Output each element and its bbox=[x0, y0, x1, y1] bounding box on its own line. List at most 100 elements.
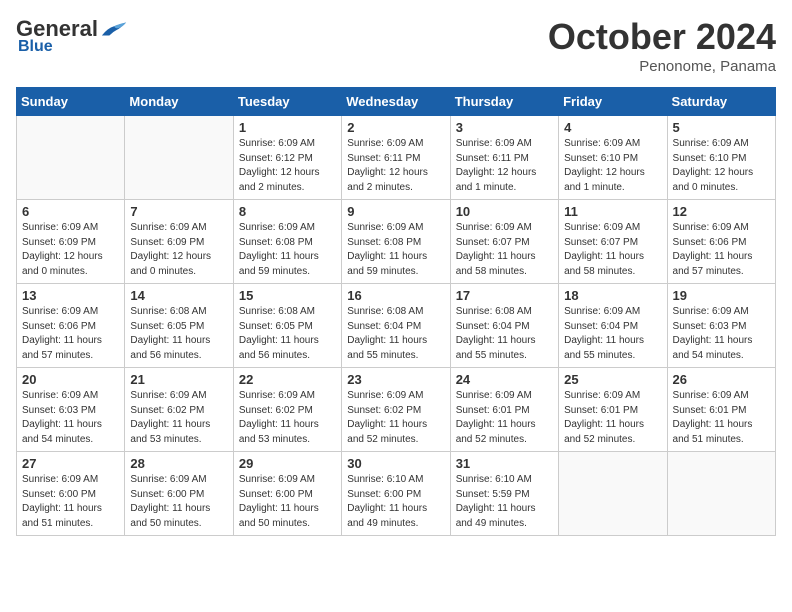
calendar-cell: 3 Sunrise: 6:09 AM Sunset: 6:11 PM Daylig… bbox=[450, 116, 558, 200]
day-info: Sunrise: 6:09 AM Sunset: 6:11 PM Dayligh… bbox=[347, 137, 444, 195]
weekday-header-friday: Friday bbox=[559, 88, 667, 116]
calendar-cell: 12Sunrise: 6:09 AM Sunset: 6:06 PM Dayli… bbox=[667, 200, 775, 284]
day-number: 20 bbox=[22, 372, 119, 387]
day-number: 13 bbox=[22, 288, 119, 303]
day-number: 14 bbox=[130, 288, 227, 303]
day-info: Sunrise: 6:09 AM Sunset: 6:12 PM Dayligh… bbox=[239, 137, 336, 195]
day-info: Sunrise: 6:09 AM Sunset: 6:09 PM Dayligh… bbox=[22, 221, 119, 279]
day-number: 15 bbox=[239, 288, 336, 303]
day-number: 6 bbox=[22, 204, 119, 219]
month-title: October 2024 bbox=[548, 16, 776, 58]
calendar-week-row: 13 Sunrise: 6:09 AM Sunset: 6:06 PM Dayli… bbox=[17, 284, 776, 368]
day-info: Sunrise: 6:09 AM Sunset: 6:02 PM Dayligh… bbox=[130, 389, 227, 447]
day-number: 4 bbox=[564, 120, 661, 135]
day-number: 1 bbox=[239, 120, 336, 135]
day-info: Sunrise: 6:09 AM Sunset: 6:07 PM Dayligh… bbox=[564, 221, 661, 279]
calendar-cell: 8 Sunrise: 6:09 AM Sunset: 6:08 PM Daylig… bbox=[233, 200, 341, 284]
title-block: October 2024 Penonome, Panama bbox=[548, 16, 776, 75]
day-number: 16 bbox=[347, 288, 444, 303]
day-number: 18 bbox=[564, 288, 661, 303]
calendar-cell: 2 Sunrise: 6:09 AM Sunset: 6:11 PM Daylig… bbox=[342, 116, 450, 200]
day-info: Sunrise: 6:09 AM Sunset: 6:01 PM Dayligh… bbox=[456, 389, 553, 447]
day-number: 30 bbox=[347, 456, 444, 471]
calendar-cell bbox=[17, 116, 125, 200]
calendar-cell: 28Sunrise: 6:09 AM Sunset: 6:00 PM Dayli… bbox=[125, 452, 233, 536]
day-info: Sunrise: 6:09 AM Sunset: 6:07 PM Dayligh… bbox=[456, 221, 553, 279]
calendar-cell: 7 Sunrise: 6:09 AM Sunset: 6:09 PM Daylig… bbox=[125, 200, 233, 284]
day-info: Sunrise: 6:09 AM Sunset: 6:03 PM Dayligh… bbox=[673, 305, 770, 363]
weekday-header-wednesday: Wednesday bbox=[342, 88, 450, 116]
day-info: Sunrise: 6:09 AM Sunset: 6:10 PM Dayligh… bbox=[673, 137, 770, 195]
day-number: 21 bbox=[130, 372, 227, 387]
day-number: 31 bbox=[456, 456, 553, 471]
weekday-header-sunday: Sunday bbox=[17, 88, 125, 116]
day-info: Sunrise: 6:10 AM Sunset: 6:00 PM Dayligh… bbox=[347, 473, 444, 531]
calendar-cell: 18Sunrise: 6:09 AM Sunset: 6:04 PM Dayli… bbox=[559, 284, 667, 368]
weekday-header-tuesday: Tuesday bbox=[233, 88, 341, 116]
day-number: 5 bbox=[673, 120, 770, 135]
page-header: General Blue October 2024 Penonome, Pana… bbox=[16, 16, 776, 75]
logo-bird-icon bbox=[100, 18, 128, 40]
calendar-cell: 14Sunrise: 6:08 AM Sunset: 6:05 PM Dayli… bbox=[125, 284, 233, 368]
calendar-cell: 25Sunrise: 6:09 AM Sunset: 6:01 PM Dayli… bbox=[559, 368, 667, 452]
calendar-table: SundayMondayTuesdayWednesdayThursdayFrid… bbox=[16, 87, 776, 536]
calendar-cell: 20 Sunrise: 6:09 AM Sunset: 6:03 PM Dayli… bbox=[17, 368, 125, 452]
calendar-cell: 13 Sunrise: 6:09 AM Sunset: 6:06 PM Dayli… bbox=[17, 284, 125, 368]
day-number: 11 bbox=[564, 204, 661, 219]
calendar-cell: 16Sunrise: 6:08 AM Sunset: 6:04 PM Dayli… bbox=[342, 284, 450, 368]
day-number: 3 bbox=[456, 120, 553, 135]
day-info: Sunrise: 6:09 AM Sunset: 6:03 PM Dayligh… bbox=[22, 389, 119, 447]
weekday-header-thursday: Thursday bbox=[450, 88, 558, 116]
day-number: 17 bbox=[456, 288, 553, 303]
day-info: Sunrise: 6:09 AM Sunset: 6:08 PM Dayligh… bbox=[239, 221, 336, 279]
calendar-week-row: 20 Sunrise: 6:09 AM Sunset: 6:03 PM Dayli… bbox=[17, 368, 776, 452]
day-number: 24 bbox=[456, 372, 553, 387]
day-number: 19 bbox=[673, 288, 770, 303]
day-number: 27 bbox=[22, 456, 119, 471]
day-number: 12 bbox=[673, 204, 770, 219]
calendar-cell: 31Sunrise: 6:10 AM Sunset: 5:59 PM Dayli… bbox=[450, 452, 558, 536]
calendar-cell: 27 Sunrise: 6:09 AM Sunset: 6:00 PM Dayli… bbox=[17, 452, 125, 536]
calendar-cell: 6 Sunrise: 6:09 AM Sunset: 6:09 PM Daylig… bbox=[17, 200, 125, 284]
calendar-cell: 23Sunrise: 6:09 AM Sunset: 6:02 PM Dayli… bbox=[342, 368, 450, 452]
calendar-cell: 9Sunrise: 6:09 AM Sunset: 6:08 PM Daylig… bbox=[342, 200, 450, 284]
day-info: Sunrise: 6:09 AM Sunset: 6:08 PM Dayligh… bbox=[347, 221, 444, 279]
day-number: 8 bbox=[239, 204, 336, 219]
day-number: 2 bbox=[347, 120, 444, 135]
day-info: Sunrise: 6:09 AM Sunset: 6:10 PM Dayligh… bbox=[564, 137, 661, 195]
calendar-cell: 15 Sunrise: 6:08 AM Sunset: 6:05 PM Dayli… bbox=[233, 284, 341, 368]
calendar-cell: 24 Sunrise: 6:09 AM Sunset: 6:01 PM Dayli… bbox=[450, 368, 558, 452]
day-info: Sunrise: 6:09 AM Sunset: 6:00 PM Dayligh… bbox=[22, 473, 119, 531]
calendar-cell: 29Sunrise: 6:09 AM Sunset: 6:00 PM Dayli… bbox=[233, 452, 341, 536]
calendar-cell: 10 Sunrise: 6:09 AM Sunset: 6:07 PM Dayli… bbox=[450, 200, 558, 284]
day-number: 22 bbox=[239, 372, 336, 387]
calendar-cell: 22 Sunrise: 6:09 AM Sunset: 6:02 PM Dayli… bbox=[233, 368, 341, 452]
location-text: Penonome, Panama bbox=[548, 58, 776, 75]
calendar-cell bbox=[559, 452, 667, 536]
weekday-header-monday: Monday bbox=[125, 88, 233, 116]
day-info: Sunrise: 6:09 AM Sunset: 6:00 PM Dayligh… bbox=[130, 473, 227, 531]
day-info: Sunrise: 6:09 AM Sunset: 6:09 PM Dayligh… bbox=[130, 221, 227, 279]
calendar-cell: 11 Sunrise: 6:09 AM Sunset: 6:07 PM Dayli… bbox=[559, 200, 667, 284]
day-info: Sunrise: 6:09 AM Sunset: 6:01 PM Dayligh… bbox=[673, 389, 770, 447]
calendar-cell: 21 Sunrise: 6:09 AM Sunset: 6:02 PM Dayli… bbox=[125, 368, 233, 452]
calendar-cell: 5 Sunrise: 6:09 AM Sunset: 6:10 PM Daylig… bbox=[667, 116, 775, 200]
day-number: 7 bbox=[130, 204, 227, 219]
day-info: Sunrise: 6:08 AM Sunset: 6:04 PM Dayligh… bbox=[456, 305, 553, 363]
logo: General Blue bbox=[16, 16, 128, 56]
calendar-cell: 1 Sunrise: 6:09 AM Sunset: 6:12 PM Daylig… bbox=[233, 116, 341, 200]
calendar-week-row: 1 Sunrise: 6:09 AM Sunset: 6:12 PM Daylig… bbox=[17, 116, 776, 200]
day-number: 10 bbox=[456, 204, 553, 219]
day-info: Sunrise: 6:08 AM Sunset: 6:05 PM Dayligh… bbox=[239, 305, 336, 363]
day-info: Sunrise: 6:09 AM Sunset: 6:01 PM Dayligh… bbox=[564, 389, 661, 447]
weekday-header-row: SundayMondayTuesdayWednesdayThursdayFrid… bbox=[17, 88, 776, 116]
calendar-cell bbox=[125, 116, 233, 200]
day-info: Sunrise: 6:09 AM Sunset: 6:02 PM Dayligh… bbox=[347, 389, 444, 447]
day-info: Sunrise: 6:09 AM Sunset: 6:00 PM Dayligh… bbox=[239, 473, 336, 531]
calendar-week-row: 27 Sunrise: 6:09 AM Sunset: 6:00 PM Dayli… bbox=[17, 452, 776, 536]
calendar-cell: 17 Sunrise: 6:08 AM Sunset: 6:04 PM Dayli… bbox=[450, 284, 558, 368]
day-info: Sunrise: 6:09 AM Sunset: 6:06 PM Dayligh… bbox=[22, 305, 119, 363]
day-info: Sunrise: 6:09 AM Sunset: 6:11 PM Dayligh… bbox=[456, 137, 553, 195]
day-info: Sunrise: 6:09 AM Sunset: 6:02 PM Dayligh… bbox=[239, 389, 336, 447]
logo-blue-text: Blue bbox=[18, 38, 53, 56]
